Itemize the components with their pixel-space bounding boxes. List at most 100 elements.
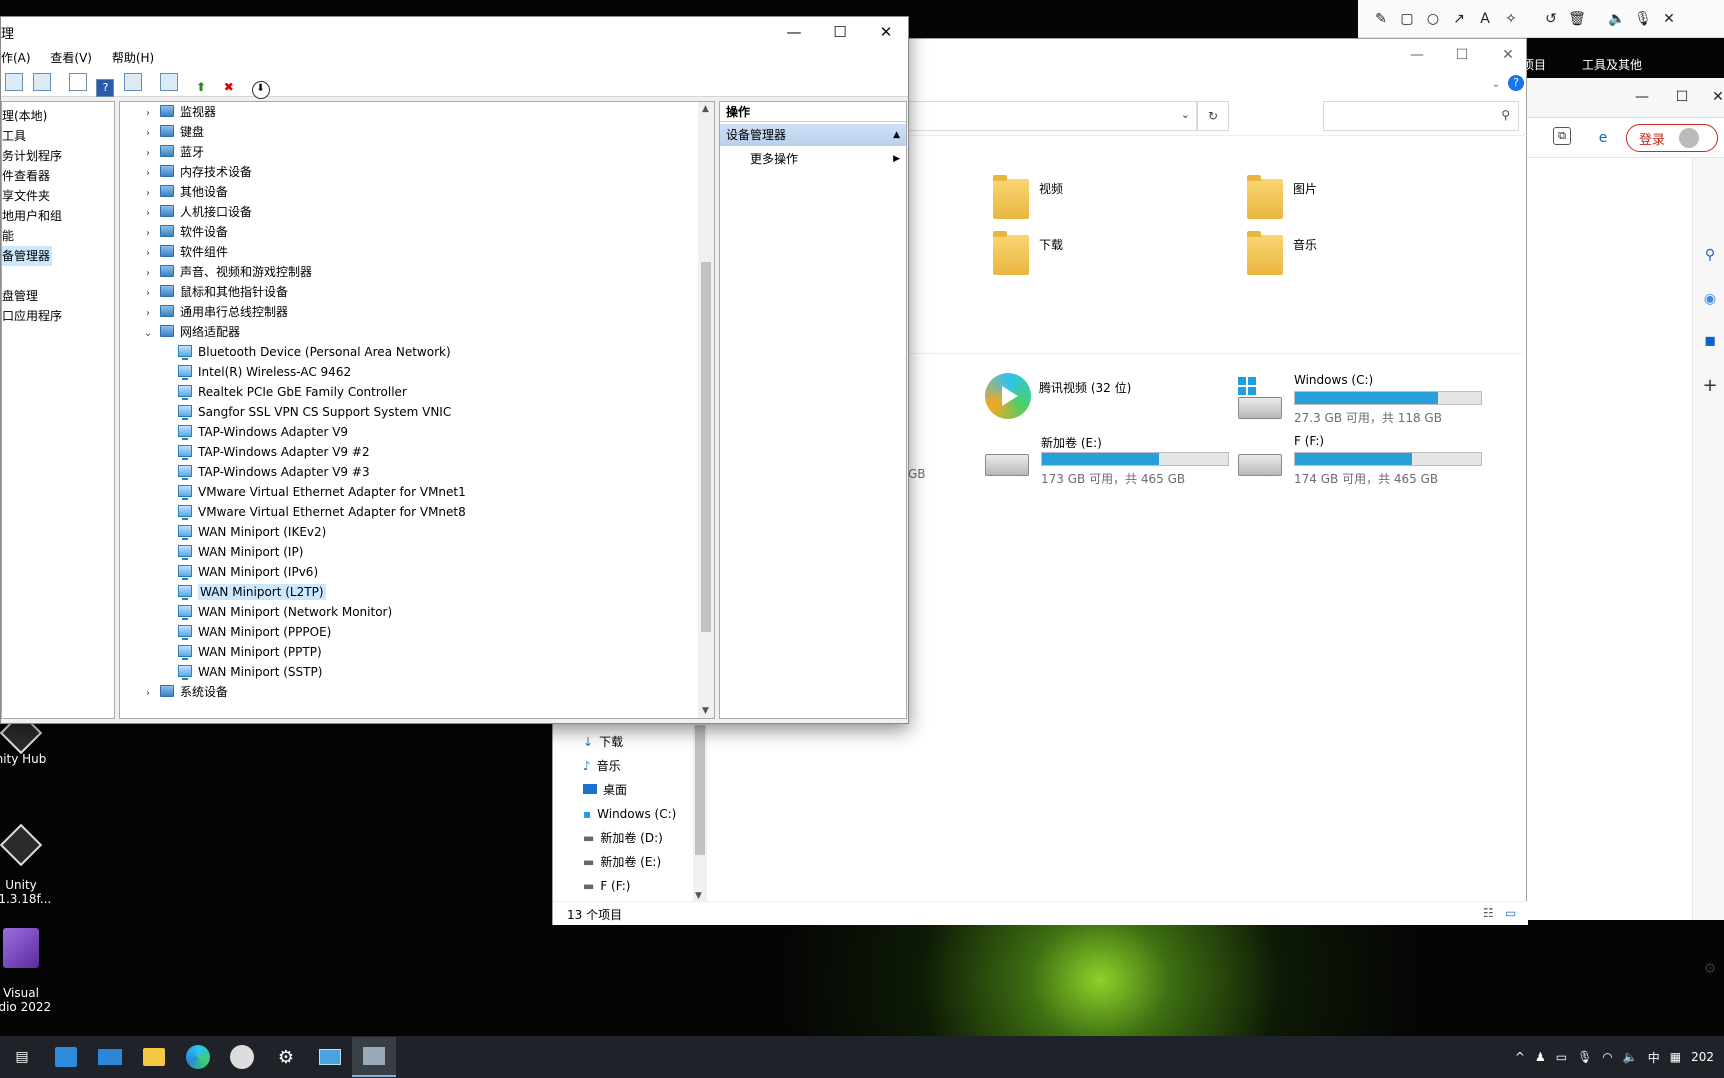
menu-action[interactable]: 作(A) <box>1 51 31 65</box>
text-icon[interactable]: A <box>1472 8 1498 30</box>
menu-help[interactable]: 帮助(H) <box>112 51 154 65</box>
delete-icon[interactable]: 🗑 <box>1564 8 1590 30</box>
mic-icon[interactable]: 🎙 <box>1577 1050 1592 1064</box>
close-icon[interactable]: ✕ <box>863 17 909 47</box>
update-driver-icon[interactable]: ⬆ <box>196 80 214 98</box>
drive-item-tencent-video[interactable]: 腾讯视频 (32 位) <box>985 373 1131 419</box>
chevron-up-icon[interactable]: ▲ <box>702 104 709 114</box>
folder-item-pictures[interactable]: 图片 <box>1247 175 1317 219</box>
device-category[interactable]: › 键盘 <box>142 122 204 142</box>
edge-icon[interactable] <box>176 1037 220 1077</box>
device-category[interactable]: › 蓝牙 <box>142 142 204 162</box>
arrow-icon[interactable]: ↗ <box>1446 8 1472 30</box>
console-tree-item[interactable]: 件查看器 <box>2 166 62 186</box>
speaker-icon[interactable]: 🔈 <box>1604 8 1630 30</box>
chevron-right-icon[interactable]: › <box>142 304 154 324</box>
outlook-icon[interactable]: ◼ <box>1697 330 1723 352</box>
properties-icon[interactable] <box>32 73 51 91</box>
chevron-right-icon[interactable]: › <box>142 684 154 704</box>
uninstall-device-icon[interactable]: ✖ <box>224 80 242 98</box>
battery-icon[interactable]: ▭ <box>1556 1050 1567 1064</box>
network-adapter-item[interactable]: TAP-Windows Adapter V9 #2 <box>178 442 370 462</box>
settings-icon[interactable]: ⚙ <box>1697 958 1723 980</box>
circle-icon[interactable]: ○ <box>1420 8 1446 30</box>
speaker-icon[interactable]: 🔈 <box>1623 1050 1638 1064</box>
action-pane-icon[interactable] <box>124 73 143 91</box>
desktop-icon-label[interactable]: 工具及其他 <box>1582 56 1642 73</box>
chevron-up-icon[interactable]: ▲ <box>893 124 900 146</box>
device-tree-scrollbar[interactable]: ▲ ▼ <box>698 102 714 718</box>
chevron-right-icon[interactable]: › <box>142 184 154 204</box>
console-tree-item[interactable]: 口应用程序 <box>2 306 62 326</box>
show-hide-tree-icon[interactable] <box>5 73 23 91</box>
chevron-down-icon[interactable]: ⌄ <box>1483 73 1509 95</box>
device-category[interactable]: › 系统设备 <box>142 682 228 702</box>
ime-mode-icon[interactable]: ▦ <box>1670 1050 1681 1064</box>
chevron-right-icon[interactable]: › <box>142 164 154 184</box>
network-adapter-item[interactable]: WAN Miniport (IKEv2) <box>178 522 326 542</box>
folder-item-music[interactable]: 音乐 <box>1247 231 1317 275</box>
console-tree-item[interactable]: 工具 <box>2 126 62 146</box>
collections-icon[interactable]: ⧉ <box>1553 127 1571 145</box>
close-icon[interactable]: ✕ <box>1495 44 1521 66</box>
menu-view[interactable]: 查看(V) <box>50 51 92 65</box>
pen-icon[interactable]: ✎ <box>1368 8 1394 30</box>
device-category[interactable]: ⌄ 网络适配器 <box>142 322 240 342</box>
network-adapter-item[interactable]: WAN Miniport (PPPOE) <box>178 622 331 642</box>
desktop-icon-unity[interactable]: Unity 21.3.18f... <box>0 816 56 920</box>
network-adapter-item[interactable]: Intel(R) Wireless-AC 9462 <box>178 362 351 382</box>
chevron-down-icon[interactable]: ▼ <box>695 891 702 901</box>
device-category[interactable]: › 声音、视频和游戏控制器 <box>142 262 312 282</box>
console-tree-item[interactable]: 务计划程序 <box>2 146 62 166</box>
search-icon[interactable]: ⚲ <box>1697 244 1723 266</box>
chevron-right-icon[interactable]: › <box>142 284 154 304</box>
ime-indicator[interactable]: 中 <box>1648 1049 1660 1066</box>
scan-hardware-icon[interactable] <box>160 73 179 91</box>
network-adapter-item[interactable]: WAN Miniport (PPTP) <box>178 642 322 662</box>
network-adapter-item[interactable]: WAN Miniport (L2TP) <box>178 582 326 602</box>
minimize-icon[interactable]: — <box>1404 44 1430 66</box>
nav-scrollbar[interactable]: ▼ <box>693 725 707 901</box>
search-icon[interactable]: ⚲ <box>1501 108 1510 122</box>
chevron-right-icon[interactable]: › <box>142 244 154 264</box>
close-icon[interactable]: ✕ <box>1705 86 1724 108</box>
chevron-right-icon[interactable]: › <box>142 264 154 284</box>
folder-item-downloads[interactable]: 下载 <box>993 231 1063 275</box>
store-icon[interactable] <box>44 1037 88 1077</box>
minimize-icon[interactable]: — <box>1629 86 1655 108</box>
file-explorer-icon[interactable] <box>132 1037 176 1077</box>
disable-device-icon[interactable]: ⬇ <box>251 81 270 99</box>
console-tree-item[interactable]: 盘管理 <box>2 286 62 306</box>
maximize-icon[interactable]: ☐ <box>1669 86 1695 108</box>
device-category[interactable]: › 通用串行总线控制器 <box>142 302 288 322</box>
network-adapter-item[interactable]: VMware Virtual Ethernet Adapter for VMne… <box>178 502 466 522</box>
magic-icon[interactable]: ✧ <box>1498 8 1524 30</box>
computer-management-icon[interactable] <box>352 1037 396 1077</box>
chevron-down-icon[interactable]: ⌄ <box>142 324 154 344</box>
console-tree-item[interactable]: 地用户和组 <box>2 206 62 226</box>
chevron-right-icon[interactable]: › <box>142 104 154 124</box>
network-adapter-item[interactable]: TAP-Windows Adapter V9 <box>178 422 348 442</box>
chevron-right-icon[interactable]: › <box>142 144 154 164</box>
device-category[interactable]: › 监视器 <box>142 102 216 122</box>
wifi-icon[interactable]: ◠ <box>1602 1050 1612 1064</box>
nav-item-music[interactable]: ♪ 音乐 <box>583 755 621 777</box>
drive-item-c[interactable]: Windows (C:) 27.3 GB 可用，共 118 GB <box>1238 373 1488 425</box>
scrollbar-thumb[interactable] <box>695 725 705 855</box>
mic-icon[interactable]: 🎙 <box>1630 8 1656 30</box>
console-tree-item[interactable]: 理(本地) <box>2 106 62 126</box>
device-category[interactable]: › 软件设备 <box>142 222 228 242</box>
nav-item-drive-c[interactable]: ▪ Windows (C:) <box>583 803 676 825</box>
network-adapter-item[interactable]: WAN Miniport (IPv6) <box>178 562 318 582</box>
nav-item-drive-e[interactable]: ▬ 新加卷 (E:) <box>583 851 661 873</box>
folder-item-videos[interactable]: 视频 <box>993 175 1063 219</box>
chevron-right-icon[interactable]: › <box>142 224 154 244</box>
export-list-icon[interactable] <box>68 73 87 91</box>
task-view-icon[interactable]: ▤ <box>0 1037 44 1077</box>
console-tree-item[interactable]: 享文件夹 <box>2 186 62 206</box>
drive-item-e[interactable]: 新加卷 (E:) 173 GB 可用，共 465 GB <box>985 434 1235 486</box>
device-category[interactable]: › 鼠标和其他指针设备 <box>142 282 288 302</box>
refresh-icon[interactable]: ↻ <box>1197 101 1229 131</box>
nav-item-desktop[interactable]: 桌面 <box>583 779 627 801</box>
nav-item-downloads[interactable]: ↓ 下载 <box>583 731 623 753</box>
